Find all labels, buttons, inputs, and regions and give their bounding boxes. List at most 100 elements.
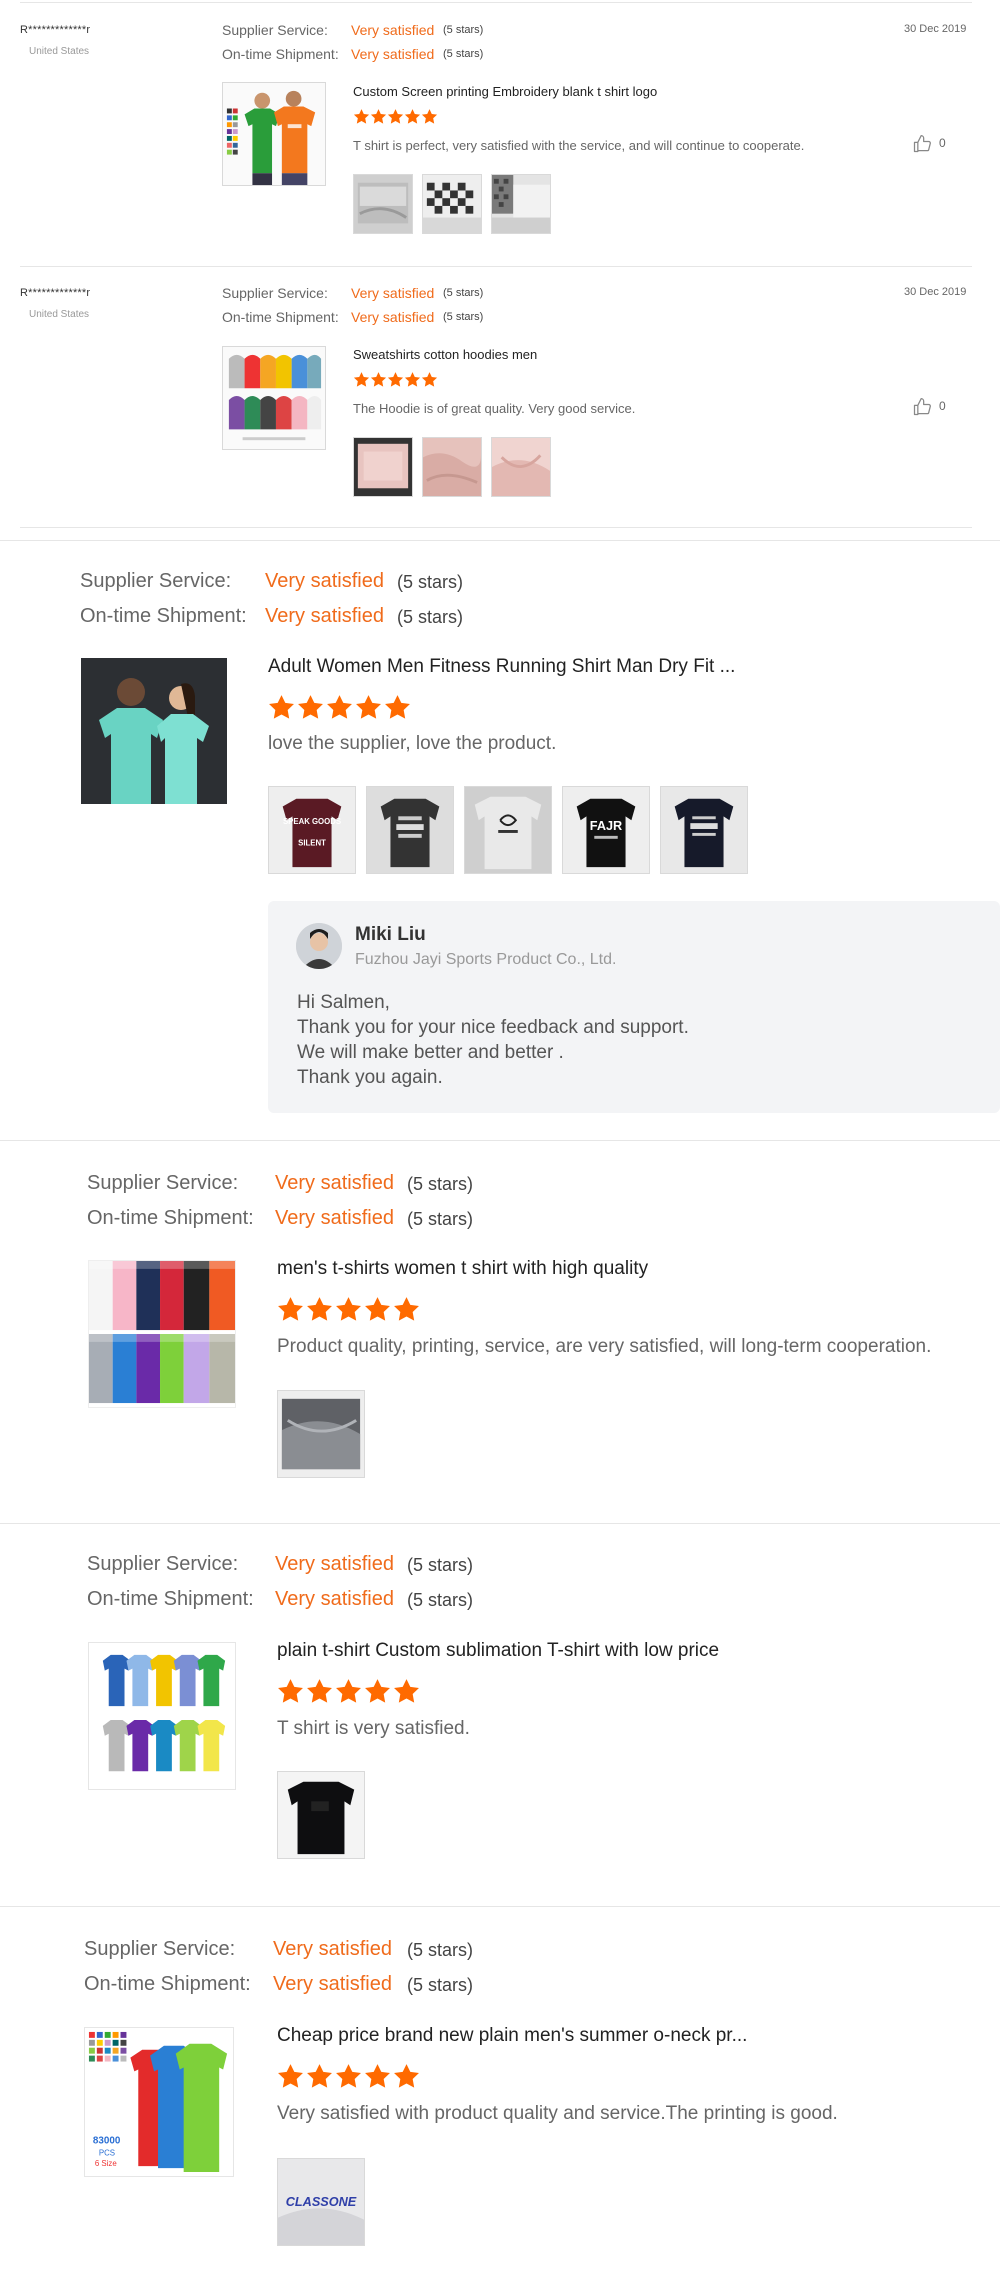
shipment-value: Very satisfied (275, 1207, 394, 1229)
star-icon (421, 108, 438, 125)
shipment-stars: (5 stars) (397, 607, 464, 627)
supplier-service-value: Very satisfied (273, 1938, 392, 1960)
product-image[interactable] (81, 658, 227, 804)
star-icon (387, 371, 404, 388)
product-title[interactable]: Sweatshirts cotton hoodies men (353, 347, 537, 362)
review-photo[interactable] (491, 174, 551, 234)
supplier-service-stars: (5 stars) (443, 287, 484, 299)
shipment-value: Very satisfied (265, 605, 384, 627)
shipment-stars: (5 stars) (407, 1975, 474, 1995)
review-photo[interactable] (422, 174, 482, 234)
star-icon (363, 1678, 392, 1704)
shipment-stars: (5 stars) (443, 48, 484, 60)
review-date: 30 Dec 2019 (904, 23, 967, 35)
review-photo[interactable]: SPEAK GOODS SILENT (268, 786, 356, 874)
like-button[interactable]: 0 (912, 397, 946, 419)
photo-text: SILENT (298, 839, 326, 848)
photo-text: CLASSONE (286, 2195, 357, 2209)
review-photo[interactable] (277, 1771, 365, 1859)
reply-author: Miki Liu (355, 924, 426, 945)
star-icon (276, 2063, 305, 2089)
reply-line: We will make better and better . (297, 1042, 564, 1063)
star-icon (267, 694, 296, 720)
supplier-service-stars: (5 stars) (407, 1555, 474, 1575)
shipment-stars: (5 stars) (407, 1590, 474, 1610)
review-photo[interactable] (491, 437, 551, 497)
product-title[interactable]: men's t-shirts women t shirt with high q… (277, 1258, 648, 1280)
review-photo[interactable] (353, 437, 413, 497)
supplier-service-label: Supplier Service: (84, 1938, 236, 1960)
like-button[interactable]: 0 (912, 134, 946, 156)
review-text: Product quality, printing, service, are … (277, 1336, 932, 1357)
star-icon (276, 1678, 305, 1704)
product-image-text: PCS (99, 2148, 115, 2157)
review-photo[interactable]: CLASSONE (277, 2158, 365, 2246)
star-icon (334, 1678, 363, 1704)
avatar (296, 923, 342, 969)
shipment-label: On-time Shipment: (222, 309, 339, 325)
reply-line: Thank you again. (297, 1067, 443, 1088)
divider (20, 527, 972, 528)
review-photo[interactable] (660, 786, 748, 874)
star-icon (354, 694, 383, 720)
star-icon (392, 2063, 421, 2089)
product-title[interactable]: Cheap price brand new plain men's summer… (277, 2025, 747, 2047)
star-icon (334, 1296, 363, 1322)
star-icon (305, 1678, 334, 1704)
supplier-service-value: Very satisfied (275, 1172, 394, 1194)
star-icon (296, 694, 325, 720)
star-icon (392, 1678, 421, 1704)
shipment-value: Very satisfied (351, 46, 435, 62)
shipment-label: On-time Shipment: (84, 1973, 251, 1995)
photo-text: SPEAK GOODS (283, 817, 341, 826)
star-rating (276, 2063, 421, 2089)
star-icon (387, 108, 404, 125)
star-rating (276, 1296, 421, 1322)
product-image[interactable] (222, 82, 326, 186)
product-image[interactable] (88, 1642, 236, 1790)
star-icon (363, 1296, 392, 1322)
divider (0, 1523, 1000, 1524)
review-photo[interactable]: FAJR (562, 786, 650, 874)
star-icon (305, 2063, 334, 2089)
shipment-label: On-time Shipment: (222, 46, 339, 62)
review-text: The Hoodie is of great quality. Very goo… (353, 401, 636, 416)
product-image[interactable]: 83000 PCS 6 Size (84, 2027, 234, 2177)
star-rating (353, 108, 438, 125)
reply-company: Fuzhou Jayi Sports Product Co., Ltd. (355, 951, 617, 968)
star-icon (370, 108, 387, 125)
supplier-service-stars: (5 stars) (443, 24, 484, 36)
product-image[interactable] (222, 346, 326, 450)
review-photo[interactable] (366, 786, 454, 874)
product-title[interactable]: plain t-shirt Custom sublimation T-shirt… (277, 1640, 719, 1662)
shipment-stars: (5 stars) (407, 1209, 474, 1229)
reviewer-name: R*************r (20, 287, 91, 299)
reviewer-name: R*************r (20, 24, 91, 36)
product-image[interactable] (88, 1260, 236, 1408)
supplier-reply: Miki Liu Fuzhou Jayi Sports Product Co.,… (268, 901, 1000, 1113)
like-count: 0 (939, 136, 946, 150)
like-count: 0 (939, 399, 946, 413)
divider (0, 540, 1000, 541)
supplier-service-label: Supplier Service: (222, 22, 328, 38)
review-text: T shirt is perfect, very satisfied with … (353, 138, 805, 153)
shipment-value: Very satisfied (351, 309, 435, 325)
star-icon (392, 1296, 421, 1322)
star-icon (334, 2063, 363, 2089)
review-photo[interactable] (353, 174, 413, 234)
review-photo[interactable] (422, 437, 482, 497)
reviewer-country: United States (29, 309, 90, 320)
star-icon (353, 371, 370, 388)
review-photo[interactable] (277, 1390, 365, 1478)
supplier-service-value: Very satisfied (275, 1553, 394, 1575)
product-title[interactable]: Custom Screen printing Embroidery blank … (353, 84, 657, 99)
review-text: love the supplier, love the product. (268, 733, 557, 754)
product-title[interactable]: Adult Women Men Fitness Running Shirt Ma… (268, 656, 735, 678)
supplier-service-label: Supplier Service: (87, 1172, 239, 1194)
star-icon (370, 371, 387, 388)
star-rating (353, 371, 438, 388)
thumbs-up-icon (913, 135, 931, 153)
supplier-service-stars: (5 stars) (407, 1174, 474, 1194)
divider (20, 266, 972, 267)
review-photo[interactable] (464, 786, 552, 874)
